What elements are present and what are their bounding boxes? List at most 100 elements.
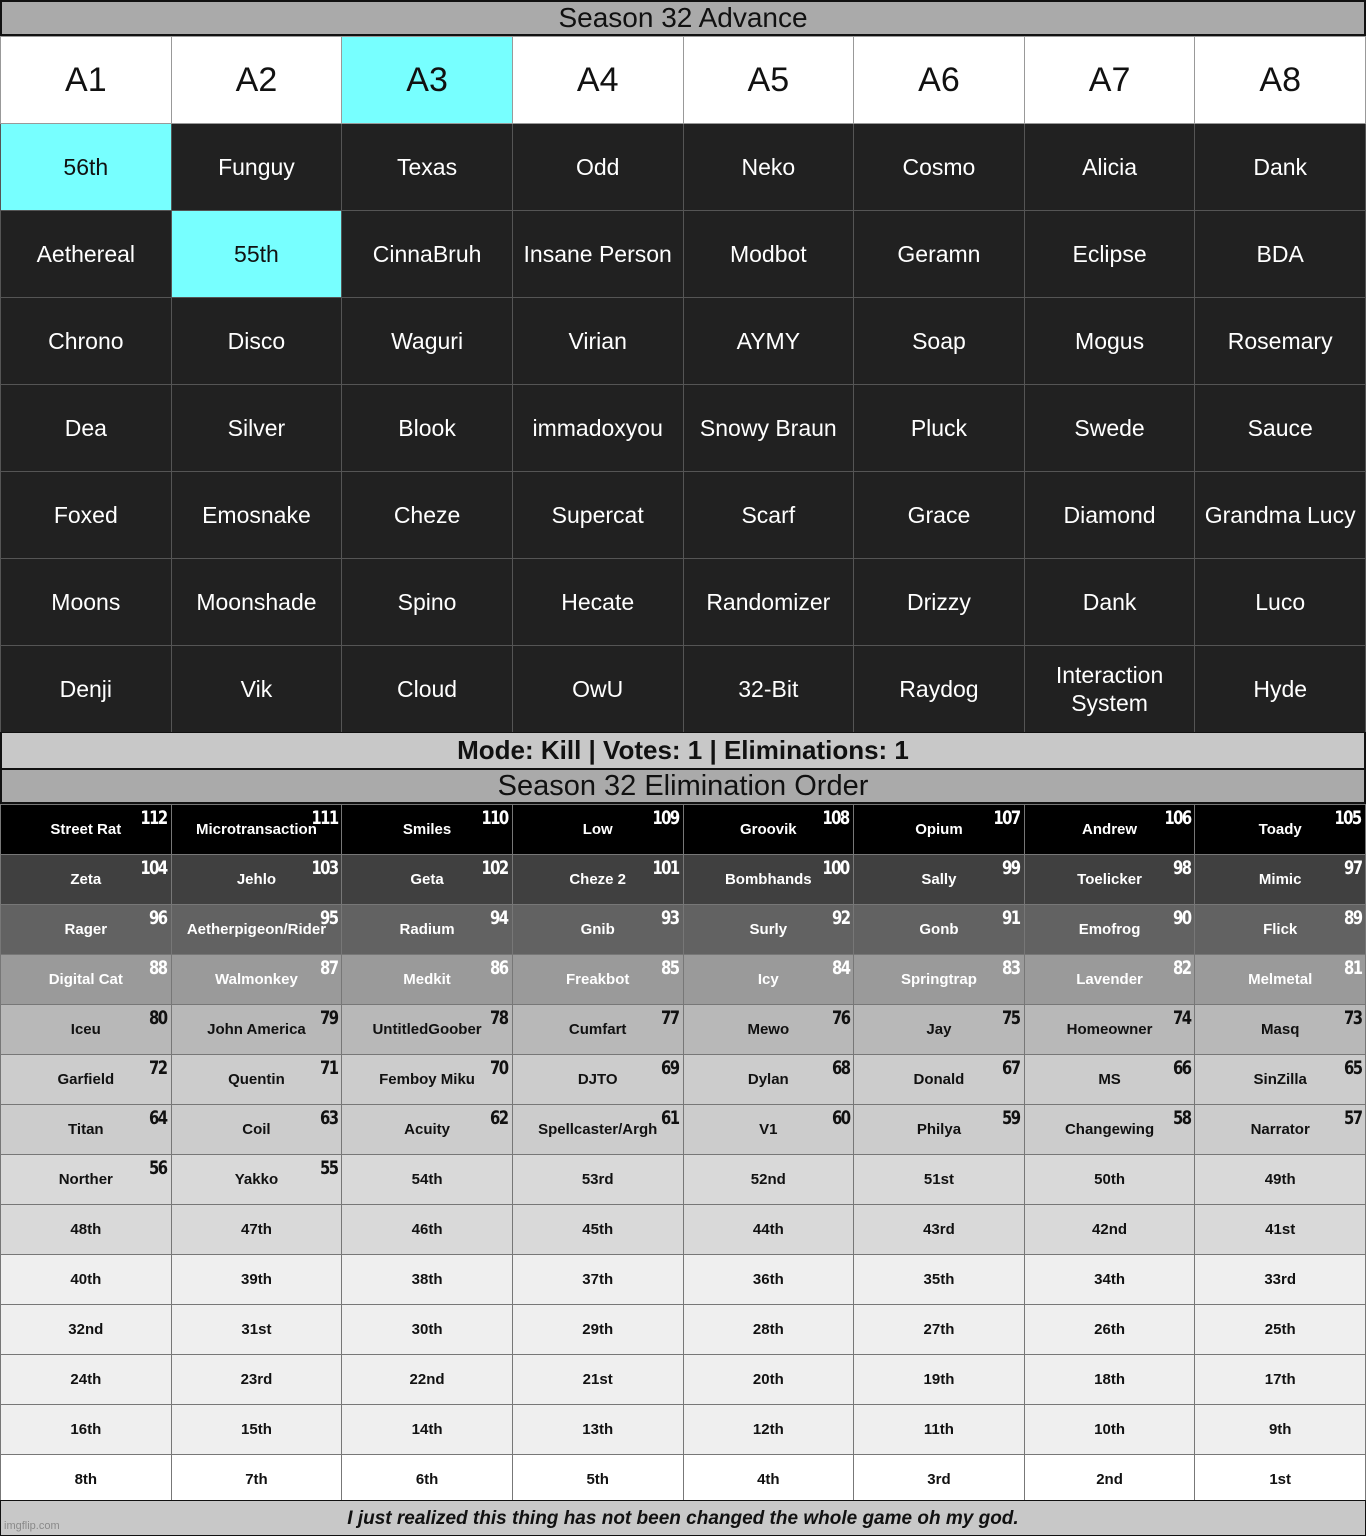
elimination-cell: 36th: [682, 1254, 855, 1305]
elimination-row: 24th 23rd 22nd 21st 20th 19th 18th 17th: [0, 1354, 1366, 1405]
advance-grid: A1 A2 A3 A4 A5 A6 A7 A8 56th Funguy Texas Odd Neko Co…: [0, 36, 1366, 733]
elimination-cell: 35th: [853, 1254, 1025, 1305]
elimination-rank-number: 56: [149, 1157, 168, 1179]
advance-row: 56th Funguy Texas Odd Neko Cosmo Alicia Dank: [0, 123, 1366, 211]
elimination-rank-number: 103: [310, 857, 339, 879]
contestant-name: 34th: [1094, 1271, 1125, 1288]
contestant-name: Garfield: [57, 1071, 115, 1088]
elimination-cell: Low 109: [511, 804, 684, 855]
advance-cell: Eclipse: [1023, 210, 1196, 298]
contestant-name: Aetherpigeon/Rider: [186, 921, 327, 938]
contestant-name: 43rd: [923, 1221, 955, 1238]
elimination-cell: Rager 96: [0, 904, 172, 955]
contestant-name: 44th: [752, 1221, 784, 1238]
elimination-rank-number: 112: [140, 807, 168, 829]
contestant-name: Surly: [749, 921, 788, 938]
contestant-name: Gonb: [919, 921, 959, 938]
contestant-name: Digital Cat: [48, 971, 123, 988]
advance-cell: Virian: [511, 297, 684, 385]
advance-cell: 55th: [170, 210, 343, 298]
contestant-name: Mewo: [747, 1021, 790, 1038]
watermark: imgflip.com: [4, 1520, 60, 1532]
elimination-cell: 51st: [853, 1154, 1025, 1205]
elimination-rank-number: 93: [660, 907, 680, 929]
elimination-cell: MS 66: [1023, 1054, 1196, 1105]
contestant-name: Opium: [915, 821, 963, 838]
elimination-rank-number: 64: [149, 1107, 168, 1129]
contestant-name: Groovik: [739, 821, 797, 838]
contestant-name: MS: [1098, 1071, 1121, 1088]
elimination-cell: Garfield 72: [0, 1054, 172, 1105]
elimination-cell: 5th: [511, 1454, 684, 1505]
advance-cell: BDA: [1194, 210, 1366, 298]
elimination-rank-number: 87: [319, 957, 339, 979]
contestant-name: Geta: [410, 871, 444, 888]
elimination-rank-number: 66: [1172, 1057, 1192, 1079]
elimination-cell: 33rd: [1194, 1254, 1366, 1305]
elimination-cell: 49th: [1194, 1154, 1366, 1205]
elimination-cell: Toelicker 98: [1023, 854, 1196, 905]
contestant-name: Quentin: [228, 1071, 285, 1088]
advance-cell: Scarf: [682, 471, 855, 559]
advance-cell: Drizzy: [853, 558, 1025, 646]
advance-cell: Supercat: [511, 471, 684, 559]
contestant-name: 19th: [923, 1371, 955, 1388]
elimination-cell: SinZilla 65: [1194, 1054, 1366, 1105]
contestant-name: Spellcaster/Argh: [538, 1121, 658, 1138]
contestant-name: Changewing: [1064, 1121, 1155, 1138]
advance-cell: Funguy: [170, 123, 343, 211]
elimination-rank-number: 86: [490, 957, 509, 979]
elimination-cell: Toady 105: [1194, 804, 1366, 855]
contestant-name: Gnib: [580, 921, 615, 938]
elimination-cell: Medkit 86: [341, 954, 513, 1005]
contestant-name: Dylan: [747, 1071, 789, 1088]
advance-cell: AYMY: [682, 297, 855, 385]
elimination-cell: 4th: [682, 1454, 855, 1505]
elimination-rank-number: 96: [149, 907, 168, 929]
elimination-rank-number: 92: [831, 907, 851, 929]
advance-cell: Modbot: [682, 210, 855, 298]
contestant-name: Flick: [1263, 921, 1298, 938]
elimination-row: Garfield 72 Quentin 71 Femboy Miku 70 DJTO 69 Dy…: [0, 1054, 1366, 1105]
elimination-row: Digital Cat 88 Walmonkey 87 Medkit 86 Freakbot…: [0, 954, 1366, 1005]
elimination-cell: Titan 64: [0, 1104, 172, 1155]
elimination-rank-number: 105: [1334, 807, 1363, 829]
elimination-rank-number: 81: [1343, 957, 1362, 979]
elimination-cell: 25th: [1194, 1304, 1366, 1355]
elimination-cell: Smiles 110: [341, 804, 513, 855]
elimination-cell: Surly 92: [682, 904, 855, 955]
elimination-cell: Flick 89: [1194, 904, 1366, 955]
advance-cell: Alicia: [1023, 123, 1196, 211]
contestant-name: Emofrog: [1078, 921, 1141, 938]
elimination-rank-number: 107: [993, 807, 1021, 829]
elimination-cell: 43rd: [853, 1204, 1025, 1255]
contestant-name: 46th: [411, 1221, 443, 1238]
advance-cell: immadoxyou: [511, 384, 684, 472]
elimination-cell: 30th: [341, 1304, 513, 1355]
contestant-name: 32nd: [68, 1321, 104, 1338]
elimination-cell: 13th: [511, 1404, 684, 1455]
contestant-name: Philya: [916, 1121, 962, 1138]
contestant-name: Femboy Miku: [379, 1071, 475, 1088]
advance-column-header: A2: [170, 36, 343, 124]
contestant-name: Street Rat: [50, 821, 122, 838]
elimination-row: 8th 7th 6th 5th 4th 3rd 2nd 1st: [0, 1454, 1366, 1505]
contestant-name: Walmonkey: [215, 971, 298, 988]
elimination-cell: 40th: [0, 1254, 172, 1305]
elimination-cell: 37th: [511, 1254, 684, 1305]
elimination-cell: 31st: [170, 1304, 343, 1355]
contestant-name: 7th: [245, 1471, 268, 1488]
elimination-rank-number: 63: [319, 1107, 339, 1129]
elimination-cell: 53rd: [511, 1154, 684, 1205]
elimination-cell: 34th: [1023, 1254, 1196, 1305]
elimination-rank-number: 65: [1343, 1057, 1362, 1079]
elimination-rank-number: 88: [149, 957, 168, 979]
elimination-rank-number: 69: [660, 1057, 680, 1079]
elimination-cell: Philya 59: [853, 1104, 1025, 1155]
advance-cell: Grace: [853, 471, 1025, 559]
advance-column-header: A6: [853, 36, 1025, 124]
contestant-name: 3rd: [927, 1471, 951, 1488]
contestant-name: 9th: [1268, 1421, 1292, 1438]
advance-cell: Cloud: [341, 645, 513, 733]
contestant-name: 52nd: [750, 1171, 786, 1188]
